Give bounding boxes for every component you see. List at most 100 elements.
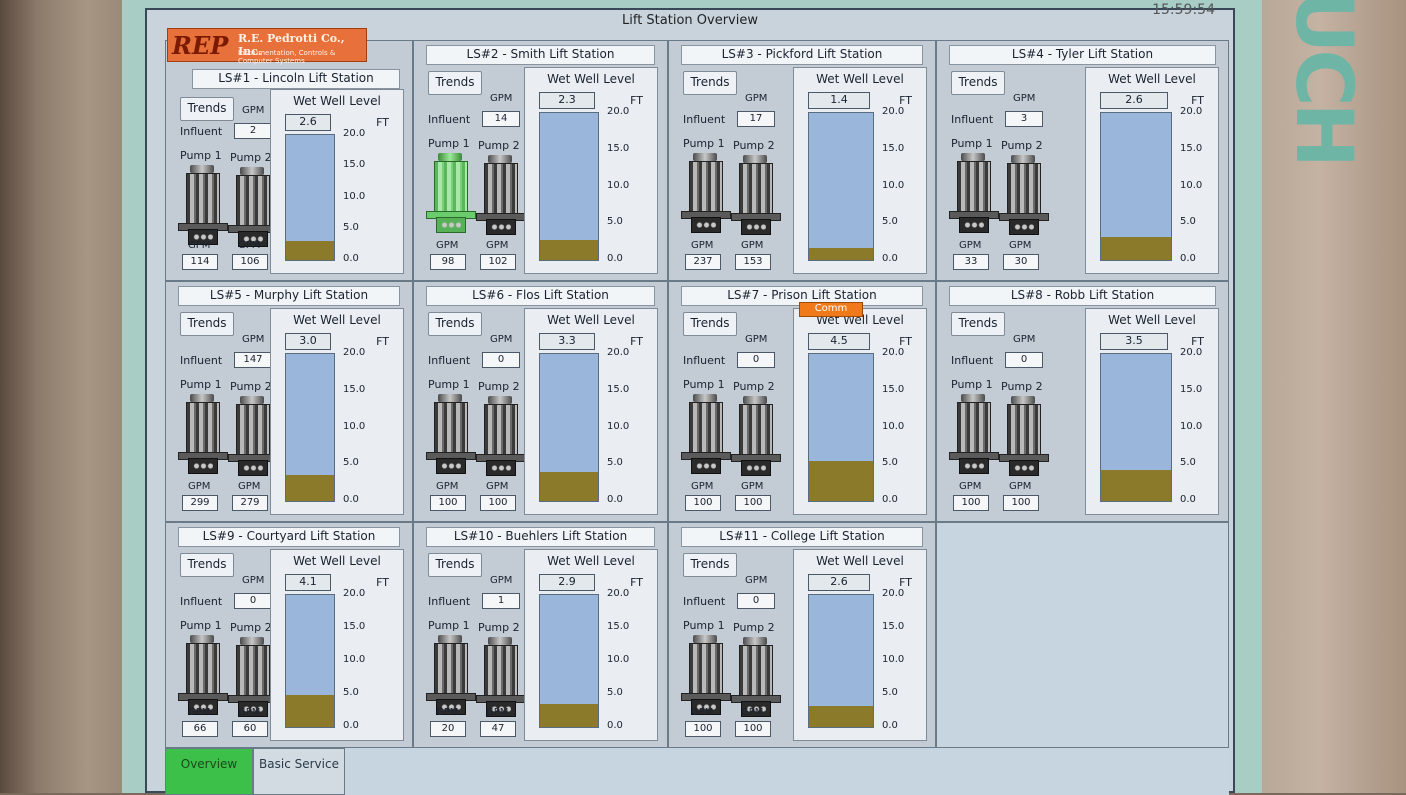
wet-well-tank bbox=[808, 353, 874, 502]
influent-gpm-label: GPM bbox=[1013, 93, 1036, 104]
scale-tick: 5.0 bbox=[882, 457, 898, 469]
wet-well-title: Wet Well Level bbox=[293, 313, 381, 327]
pump1-label: Pump 1 bbox=[683, 378, 725, 391]
scale-tick: 0.0 bbox=[1180, 494, 1196, 505]
pump2-icon[interactable] bbox=[731, 155, 781, 245]
unit-ft: FT bbox=[630, 576, 643, 589]
scale-tick: 0.0 bbox=[343, 253, 359, 264]
scale-tick: 5.0 bbox=[1180, 216, 1196, 228]
pump1-icon[interactable] bbox=[681, 153, 731, 243]
pump2-icon[interactable] bbox=[731, 396, 781, 486]
station-title: LS#3 - Pickford Lift Station bbox=[681, 45, 923, 65]
pump2-icon[interactable] bbox=[999, 396, 1049, 486]
pump2-icon[interactable] bbox=[228, 396, 278, 486]
influent-value: 147 bbox=[234, 352, 272, 368]
scale-tick: 0.0 bbox=[607, 494, 623, 505]
scale-tick: 5.0 bbox=[343, 457, 359, 469]
tab-basic-service[interactable]: Basic Service bbox=[253, 748, 345, 795]
scale-tick: 0.0 bbox=[607, 720, 623, 731]
scale-tick: 0.0 bbox=[882, 494, 898, 505]
scale-tick: 20.0 bbox=[1180, 347, 1203, 358]
influent-label: Influent bbox=[428, 113, 471, 126]
influent-label: Influent bbox=[428, 595, 471, 608]
wet-well-level-fill bbox=[540, 704, 598, 727]
scale-tick: 15.0 bbox=[1180, 142, 1203, 154]
wet-well-title: Wet Well Level bbox=[547, 554, 635, 568]
station-title: LS#4 - Tyler Lift Station bbox=[949, 45, 1216, 65]
scale-tick: 5.0 bbox=[343, 221, 359, 233]
wet-well-level-fill bbox=[286, 240, 334, 260]
pump2-label: Pump 2 bbox=[733, 621, 775, 634]
scale-tick: 20.0 bbox=[607, 347, 630, 358]
wet-well-level-fill bbox=[809, 461, 873, 501]
wet-well-tank bbox=[539, 353, 599, 502]
trends-button[interactable]: Trends bbox=[180, 553, 234, 577]
scale-tick: 0.0 bbox=[607, 253, 623, 264]
influent-label: Influent bbox=[683, 354, 726, 367]
wet-well-value: 1.4 bbox=[808, 92, 870, 109]
trends-button[interactable]: Trends bbox=[951, 312, 1005, 336]
wet-well-tank bbox=[539, 112, 599, 261]
pump1-icon[interactable] bbox=[681, 394, 731, 484]
influent-label: Influent bbox=[683, 595, 726, 608]
influent-gpm-label: GPM bbox=[490, 93, 513, 104]
wet-well-title: Wet Well Level bbox=[547, 72, 635, 86]
pump2-label: Pump 2 bbox=[1001, 380, 1043, 393]
pump1-icon[interactable] bbox=[949, 394, 999, 484]
scale-tick: 10.0 bbox=[882, 179, 905, 191]
scale-tick: 10.0 bbox=[1180, 179, 1203, 191]
pump2-gpm-value: 47 bbox=[480, 721, 516, 737]
pump1-gpm-value: 100 bbox=[685, 495, 721, 511]
station-title: LS#6 - Flos Lift Station bbox=[426, 286, 655, 306]
pump2-icon[interactable] bbox=[476, 396, 526, 486]
trends-button[interactable]: Trends bbox=[683, 312, 737, 336]
pump1-icon[interactable] bbox=[949, 153, 999, 243]
wet-well-level-fill bbox=[809, 706, 873, 727]
scale-tick: 0.0 bbox=[343, 494, 359, 505]
logo-tagline: Instrumentation, Controls & Computer Sys… bbox=[238, 49, 336, 65]
pump1-label: Pump 1 bbox=[180, 378, 222, 391]
pump1-icon[interactable] bbox=[178, 394, 228, 484]
station-grid: LS#1 - Lincoln Lift Station Trends GPM Infl… bbox=[165, 40, 1229, 748]
wet-well-level-fill bbox=[286, 474, 334, 501]
scale-tick: 10.0 bbox=[607, 654, 630, 665]
wet-well-level-fill bbox=[540, 239, 598, 260]
scale-tick: 0.0 bbox=[882, 720, 898, 731]
pump2-label: Pump 2 bbox=[733, 139, 775, 152]
pump1-icon[interactable] bbox=[426, 394, 476, 484]
influent-gpm-label: GPM bbox=[1013, 334, 1036, 345]
wet-well-tank bbox=[808, 112, 874, 261]
pump1-gpm-value: 299 bbox=[182, 495, 218, 511]
scale-tick: 5.0 bbox=[1180, 457, 1196, 469]
unit-ft: FT bbox=[376, 335, 389, 348]
trends-button[interactable]: Trends bbox=[428, 553, 482, 577]
pump1-icon[interactable] bbox=[426, 153, 476, 243]
station-title: LS#5 - Murphy Lift Station bbox=[178, 286, 400, 306]
pump2-gpm-value: 100 bbox=[1003, 495, 1039, 511]
trends-button[interactable]: Trends bbox=[180, 97, 234, 121]
trends-button[interactable]: Trends bbox=[683, 71, 737, 95]
scale-tick: 20.0 bbox=[343, 128, 366, 139]
pump2-icon[interactable] bbox=[476, 155, 526, 245]
influent-label: Influent bbox=[683, 113, 726, 126]
wet-well-panel: Wet Well Level 2.6 FT 20.0 15.0 10.0 5.0 0.0 bbox=[270, 89, 404, 274]
trends-button[interactable]: Trends bbox=[951, 71, 1005, 95]
trends-button[interactable]: Trends bbox=[428, 71, 482, 95]
wet-well-value: 2.3 bbox=[539, 92, 595, 109]
wet-well-panel: Wet Well Level 2.6 FT 20.0 15.0 10.0 5.0 0.0 bbox=[793, 549, 927, 741]
scale-tick: 5.0 bbox=[882, 216, 898, 228]
trends-button[interactable]: Trends bbox=[683, 553, 737, 577]
tab-overview[interactable]: Overview bbox=[165, 748, 253, 795]
wet-well-value: 4.5 bbox=[808, 333, 870, 350]
influent-value: 2 bbox=[234, 123, 272, 139]
pump2-icon[interactable] bbox=[999, 155, 1049, 245]
trends-button[interactable]: Trends bbox=[428, 312, 482, 336]
wet-well-panel: Wet Well Level 3.5 FT 20.0 15.0 10.0 5.0 0.0 bbox=[1085, 308, 1219, 515]
wet-well-tank bbox=[285, 594, 335, 728]
wet-well-tank bbox=[285, 353, 335, 502]
trends-button[interactable]: Trends bbox=[180, 312, 234, 336]
wet-well-tank bbox=[1100, 112, 1172, 261]
empty-panel bbox=[936, 522, 1229, 748]
influent-label: Influent bbox=[428, 354, 471, 367]
company-logo: REP R.E. Pedrotti Co., Inc. Instrumentat… bbox=[167, 28, 367, 65]
